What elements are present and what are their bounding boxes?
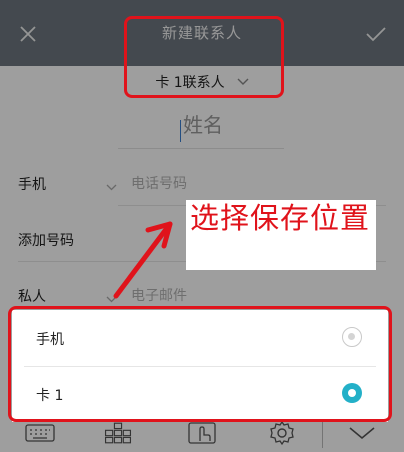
handwriting-icon[interactable] bbox=[186, 420, 218, 446]
add-number-label[interactable]: 添加号码 bbox=[18, 230, 74, 250]
radio-selected[interactable] bbox=[342, 383, 362, 403]
chevron-down-icon[interactable] bbox=[106, 288, 117, 307]
title-bar: 新建联系人 bbox=[0, 0, 404, 66]
name-field-container bbox=[118, 104, 288, 149]
keyboard-icon[interactable] bbox=[24, 420, 56, 446]
annotation-callout: 选择保存位置 bbox=[186, 200, 376, 270]
storage-account-dropdown[interactable]: 卡 1联系人 bbox=[0, 66, 404, 98]
storage-account-label: 卡 1联系人 bbox=[155, 75, 225, 91]
toolbar-divider bbox=[322, 420, 323, 448]
save-option-sim1[interactable]: 卡 1 bbox=[12, 366, 388, 422]
radio-unselected[interactable] bbox=[342, 327, 362, 347]
phone-number-input[interactable]: 电话号码 bbox=[131, 173, 187, 193]
check-icon bbox=[366, 27, 386, 42]
dialpad-icon[interactable] bbox=[102, 420, 134, 446]
page-title: 新建联系人 bbox=[161, 24, 242, 42]
chevron-down-icon[interactable] bbox=[106, 176, 117, 195]
gear-icon[interactable] bbox=[266, 420, 298, 446]
save-option-label: 手机 bbox=[36, 332, 64, 348]
save-location-sheet: 手机 卡 1 bbox=[12, 310, 388, 422]
save-option-phone[interactable]: 手机 bbox=[12, 310, 388, 367]
save-option-label: 卡 1 bbox=[36, 388, 64, 404]
text-cursor bbox=[180, 120, 181, 142]
chevron-down-icon bbox=[237, 78, 249, 86]
name-input[interactable] bbox=[118, 112, 288, 138]
phone-type-label[interactable]: 手机 bbox=[18, 174, 46, 194]
email-type-label[interactable]: 私人 bbox=[18, 286, 46, 306]
collapse-keyboard-icon[interactable] bbox=[346, 420, 378, 446]
email-input[interactable]: 电子邮件 bbox=[131, 285, 187, 305]
confirm-button[interactable] bbox=[362, 20, 390, 48]
